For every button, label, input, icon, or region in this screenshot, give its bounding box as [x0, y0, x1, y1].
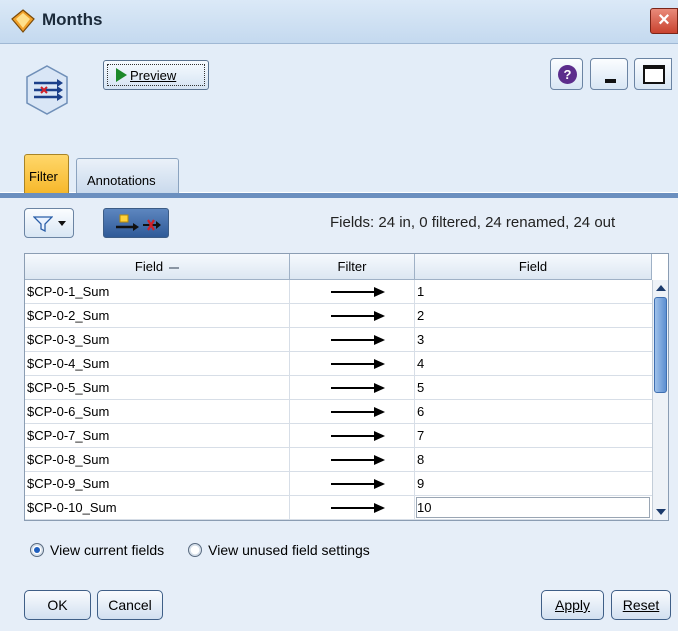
sort-indicator-icon	[169, 266, 180, 269]
output-field-cell[interactable]: 9	[415, 472, 652, 496]
filter-toggle-cell[interactable]	[290, 328, 415, 352]
filter-toggle-cell[interactable]	[290, 400, 415, 424]
view-unused-radio[interactable]	[188, 543, 203, 557]
pass-through-arrow-icon	[331, 359, 385, 369]
help-button[interactable]: ?	[550, 58, 583, 90]
filter-cross-icon	[143, 219, 161, 231]
pass-through-arrow-icon	[331, 503, 385, 513]
view-options: View current fields View unused field se…	[30, 542, 370, 558]
output-field-cell[interactable]: 3	[415, 328, 652, 352]
table-body: $CP-0-1_Sum 1 $CP-0-2_Sum 2 $CP-0-3_Sum 3 $CP-…	[25, 280, 652, 520]
close-button[interactable]: ×	[650, 8, 678, 34]
minimize-button[interactable]	[590, 58, 628, 90]
table-header: Field Filter Field	[25, 254, 652, 280]
pass-through-arrow-icon	[331, 287, 385, 297]
input-field-cell: $CP-0-2_Sum	[25, 304, 290, 328]
output-field-cell[interactable]: 2	[415, 304, 652, 328]
pass-through-arrow-icon	[331, 383, 385, 393]
chevron-down-icon	[58, 221, 66, 226]
input-field-cell: $CP-0-4_Sum	[25, 352, 290, 376]
filter-toggle-cell[interactable]	[290, 472, 415, 496]
table-row[interactable]: $CP-0-10_Sum 10	[25, 496, 652, 520]
filter-options-dropdown[interactable]	[24, 208, 74, 238]
input-field-cell: $CP-0-3_Sum	[25, 328, 290, 352]
filter-toggle-cell[interactable]	[290, 376, 415, 400]
filter-node-icon	[26, 65, 68, 115]
table-row[interactable]: $CP-0-9_Sum 9	[25, 472, 652, 496]
funnel-icon	[33, 216, 53, 232]
table-row[interactable]: $CP-0-4_Sum 4	[25, 352, 652, 376]
column-label: Field	[134, 259, 164, 274]
filter-toggle-cell[interactable]	[290, 424, 415, 448]
reset-button[interactable]: Reset	[611, 590, 671, 620]
output-field-cell[interactable]: 7	[415, 424, 652, 448]
filter-toggle-cell[interactable]	[290, 352, 415, 376]
filter-toggle-cell[interactable]	[290, 496, 415, 520]
tab-filter[interactable]: Filter	[24, 154, 69, 194]
filter-toggle-cell[interactable]	[290, 280, 415, 304]
pass-through-arrow-icon	[331, 407, 385, 417]
output-field-cell[interactable]: 6	[415, 400, 652, 424]
maximize-icon	[643, 65, 665, 84]
table-row[interactable]: $CP-0-3_Sum 3	[25, 328, 652, 352]
input-field-cell: $CP-0-5_Sum	[25, 376, 290, 400]
pass-through-arrow-icon	[331, 455, 385, 465]
input-field-cell: $CP-0-1_Sum	[25, 280, 290, 304]
rename-arrow-icon	[116, 214, 139, 231]
play-icon	[116, 68, 127, 82]
table-row[interactable]: $CP-0-8_Sum 8	[25, 448, 652, 472]
node-diamond-icon	[11, 9, 35, 33]
toggle-filter-button[interactable]	[103, 208, 169, 238]
fields-summary: Fields: 24 in, 0 filtered, 24 renamed, 2…	[330, 214, 616, 231]
column-header-filter[interactable]: Filter	[290, 254, 415, 280]
output-field-cell[interactable]: 5	[415, 376, 652, 400]
output-field-cell[interactable]: 1	[415, 280, 652, 304]
input-field-cell: $CP-0-9_Sum	[25, 472, 290, 496]
reset-label: Reset	[622, 597, 660, 613]
column-header-output-field[interactable]: Field	[415, 254, 652, 280]
preview-label: Preview	[130, 67, 177, 83]
input-field-cell: $CP-0-8_Sum	[25, 448, 290, 472]
view-unused-label[interactable]: View unused field settings	[208, 542, 370, 558]
input-field-cell: $CP-0-6_Sum	[25, 400, 290, 424]
tab-annotations[interactable]: Annotations	[76, 158, 179, 194]
vertical-scrollbar[interactable]	[652, 280, 668, 520]
pass-through-arrow-icon	[331, 431, 385, 441]
column-header-input-field[interactable]: Field	[25, 254, 290, 280]
table-row[interactable]: $CP-0-5_Sum 5	[25, 376, 652, 400]
cell-edit-focus	[416, 497, 650, 518]
pass-through-arrow-icon	[331, 479, 385, 489]
scroll-down-icon[interactable]	[653, 504, 668, 520]
cancel-button[interactable]: Cancel	[97, 590, 163, 620]
field-table: Field Filter Field $CP-0-1_Sum 1 $CP-0-2_S…	[24, 253, 669, 521]
input-field-cell: $CP-0-10_Sum	[25, 496, 290, 520]
table-row[interactable]: $CP-0-2_Sum 2	[25, 304, 652, 328]
pass-through-arrow-icon	[331, 335, 385, 345]
scrollbar-thumb[interactable]	[654, 297, 667, 393]
maximize-button[interactable]	[634, 58, 672, 90]
apply-button[interactable]: Apply	[541, 590, 604, 620]
output-field-cell[interactable]: 4	[415, 352, 652, 376]
title-bar: Months ×	[0, 0, 678, 44]
input-field-cell: $CP-0-7_Sum	[25, 424, 290, 448]
filter-toggle-cell[interactable]	[290, 448, 415, 472]
scroll-up-icon[interactable]	[653, 280, 668, 296]
view-current-radio[interactable]	[30, 543, 44, 557]
table-row[interactable]: $CP-0-1_Sum 1	[25, 280, 652, 304]
close-icon: ×	[658, 9, 670, 31]
window-title: Months	[42, 10, 103, 29]
output-field-cell[interactable]: 8	[415, 448, 652, 472]
filter-toggle-cell[interactable]	[290, 304, 415, 328]
preview-button[interactable]: Preview	[103, 60, 209, 90]
minimize-icon	[605, 79, 616, 83]
apply-label: Apply	[554, 597, 591, 613]
help-icon: ?	[558, 65, 577, 84]
view-current-label[interactable]: View current fields	[50, 542, 164, 558]
table-row[interactable]: $CP-0-7_Sum 7	[25, 424, 652, 448]
ok-button[interactable]: OK	[24, 590, 91, 620]
pass-through-arrow-icon	[331, 311, 385, 321]
table-row[interactable]: $CP-0-6_Sum 6	[25, 400, 652, 424]
